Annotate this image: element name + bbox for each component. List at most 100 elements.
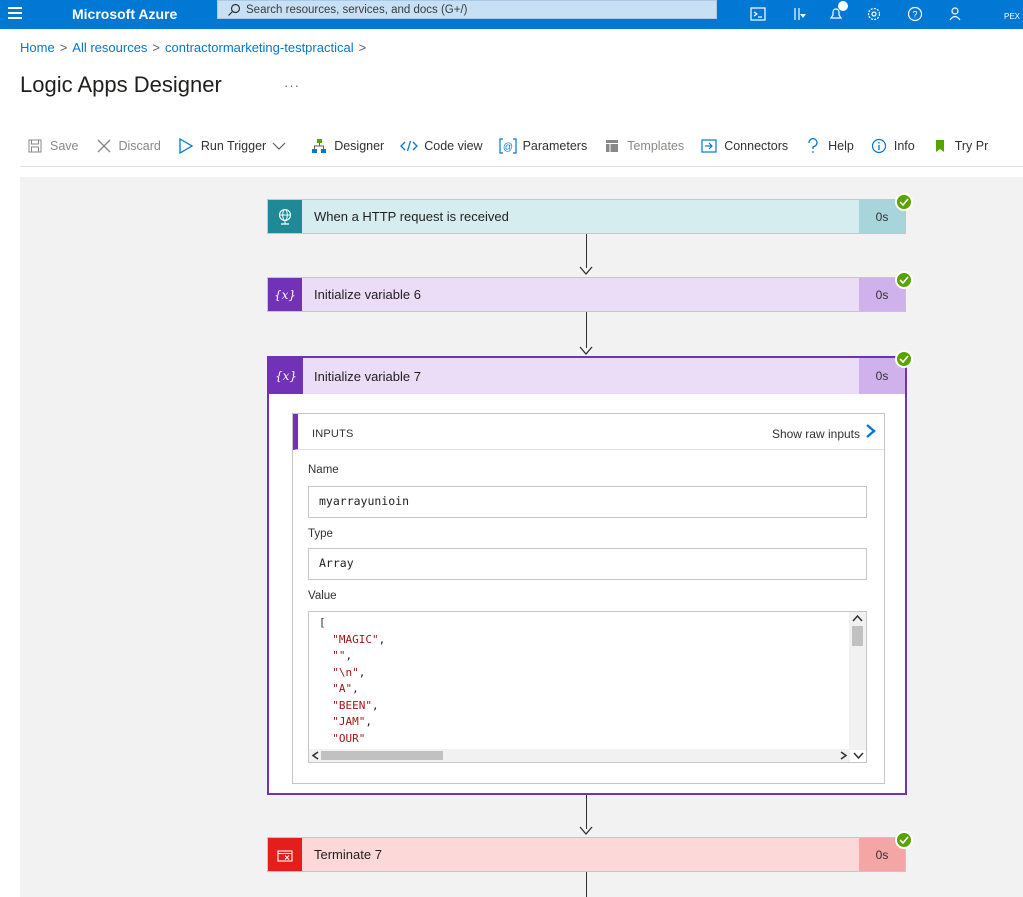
svg-text:{x}: {x} [274,288,296,302]
try-preview-button[interactable]: Try Pr [931,137,988,155]
scroll-left-icon[interactable] [311,751,319,760]
search-icon [228,3,241,16]
global-search[interactable] [217,0,717,19]
value-code-lines: [ "MAGIC", "", "\n", "A", "BEEN", "JAM",… [319,615,385,747]
bookmark-icon [931,137,949,155]
svg-text:@: @ [503,142,513,153]
templates-icon [603,137,621,155]
flow-connector [586,312,587,348]
terminate-icon [268,838,302,871]
breadcrumb-home[interactable]: Home [20,40,55,55]
step-card-terminate-7[interactable]: Terminate 7 0s [267,837,906,872]
scroll-up-icon[interactable] [852,614,863,622]
step-card-http-trigger[interactable]: When a HTTP request is received 0s [267,199,906,234]
run-trigger-label: Run Trigger [200,139,267,153]
horizontal-scroll-thumb[interactable] [321,751,443,760]
designer-label: Designer [334,139,385,153]
step-title: Initialize variable 7 [314,369,421,384]
horizontal-scrollbar[interactable] [309,749,850,762]
parameters-label: Parameters [522,139,588,153]
show-raw-inputs-link[interactable]: Show raw inputs [772,427,860,441]
connectors-label: Connectors [724,139,789,153]
flow-connector [586,795,587,829]
code-line: "", [332,649,353,662]
code-view-button[interactable]: Code view [400,137,483,155]
notifications-icon[interactable] [826,1,848,24]
arrow-down-icon [579,826,593,835]
step-card-initialize-variable-7[interactable]: {x} Initialize variable 7 0s INPUTS Show… [267,356,907,795]
scroll-down-icon[interactable] [853,752,864,760]
settings-icon[interactable] [864,4,884,24]
connectors-icon [700,137,718,155]
help-button[interactable]: Help [804,137,854,155]
brand-title[interactable]: Microsoft Azure [72,6,177,22]
step-title: When a HTTP request is received [314,209,509,224]
step-title: Terminate 7 [314,847,382,862]
success-check-icon [895,350,913,368]
flow-connector [586,234,587,268]
arrow-down-icon [579,266,593,275]
step-title: Initialize variable 6 [314,287,421,302]
designer-button[interactable]: Designer [310,137,384,155]
variable-icon: {x} [269,358,303,394]
templates-label: Templates [627,139,685,153]
breadcrumb-resource[interactable]: contractormarketing-testpractical [165,40,354,55]
save-button[interactable]: Save [26,137,79,155]
type-field[interactable]: Array [308,548,867,580]
help-icon[interactable]: ? [905,4,925,24]
arrow-down-icon [579,346,593,355]
code-view-label: Code view [424,139,483,153]
info-button[interactable]: Info [870,137,915,155]
search-input[interactable] [246,2,706,17]
parameters-button[interactable]: @ Parameters [498,137,588,155]
save-label: Save [50,139,79,153]
cloud-shell-icon[interactable] [748,4,768,24]
info-icon [870,137,888,155]
vertical-scrollbar[interactable] [849,612,866,750]
discard-button[interactable]: Discard [95,137,161,155]
code-line: "\n", [332,665,366,679]
breadcrumb-separator: > [59,40,68,55]
info-label: Info [893,139,915,153]
directory-filter-icon[interactable] [789,4,809,24]
chevron-right-icon[interactable] [864,423,878,439]
code-line: "A", [332,682,359,695]
notification-badge [838,1,848,11]
feedback-icon[interactable] [946,4,966,24]
name-label: Name [308,464,339,476]
globe-icon [268,200,302,233]
code-line: "OUR" [332,731,366,745]
value-editor[interactable]: [ "MAGIC", "", "\n", "A", "BEEN", "JAM",… [308,611,867,763]
code-line: [ [319,616,326,629]
step-card-initialize-variable-6[interactable]: {x} Initialize variable 6 0s [267,277,906,312]
breadcrumb-all-resources[interactable]: All resources [72,40,147,55]
chevron-down-icon [270,137,288,155]
toolbar-divider [20,166,1023,167]
breadcrumb-separator: > [152,40,161,55]
breadcrumb: Home > All resources > contractormarketing-t… [20,40,371,55]
svg-text:?: ? [912,10,917,20]
flow-connector [586,872,587,897]
templates-button[interactable]: Templates [603,137,684,155]
vertical-scroll-thumb[interactable] [852,626,863,646]
svg-text:{x}: {x} [275,369,297,383]
connectors-button[interactable]: Connectors [700,137,788,155]
menu-icon[interactable] [8,7,22,21]
close-icon [95,137,113,155]
step-header[interactable]: {x} Initialize variable 7 0s [269,358,905,394]
code-icon [400,137,419,155]
page-title: Logic Apps Designer [20,72,222,97]
code-line: "JAM", [332,715,372,728]
type-label: Type [308,528,333,540]
designer-icon [310,137,328,155]
account-label[interactable]: PEX [1004,12,1020,21]
more-options-button[interactable]: ··· [284,78,300,93]
discard-label: Discard [118,139,161,153]
inputs-header: INPUTS Show raw inputs [293,414,884,450]
success-check-icon [895,271,913,289]
variable-icon: {x} [268,278,302,311]
run-trigger-button[interactable]: Run Trigger [177,137,294,155]
top-nav-bar: Microsoft Azure ? PEX [0,0,1023,29]
scroll-right-icon[interactable] [840,751,848,760]
name-field[interactable]: myarrayunioin [308,486,867,518]
